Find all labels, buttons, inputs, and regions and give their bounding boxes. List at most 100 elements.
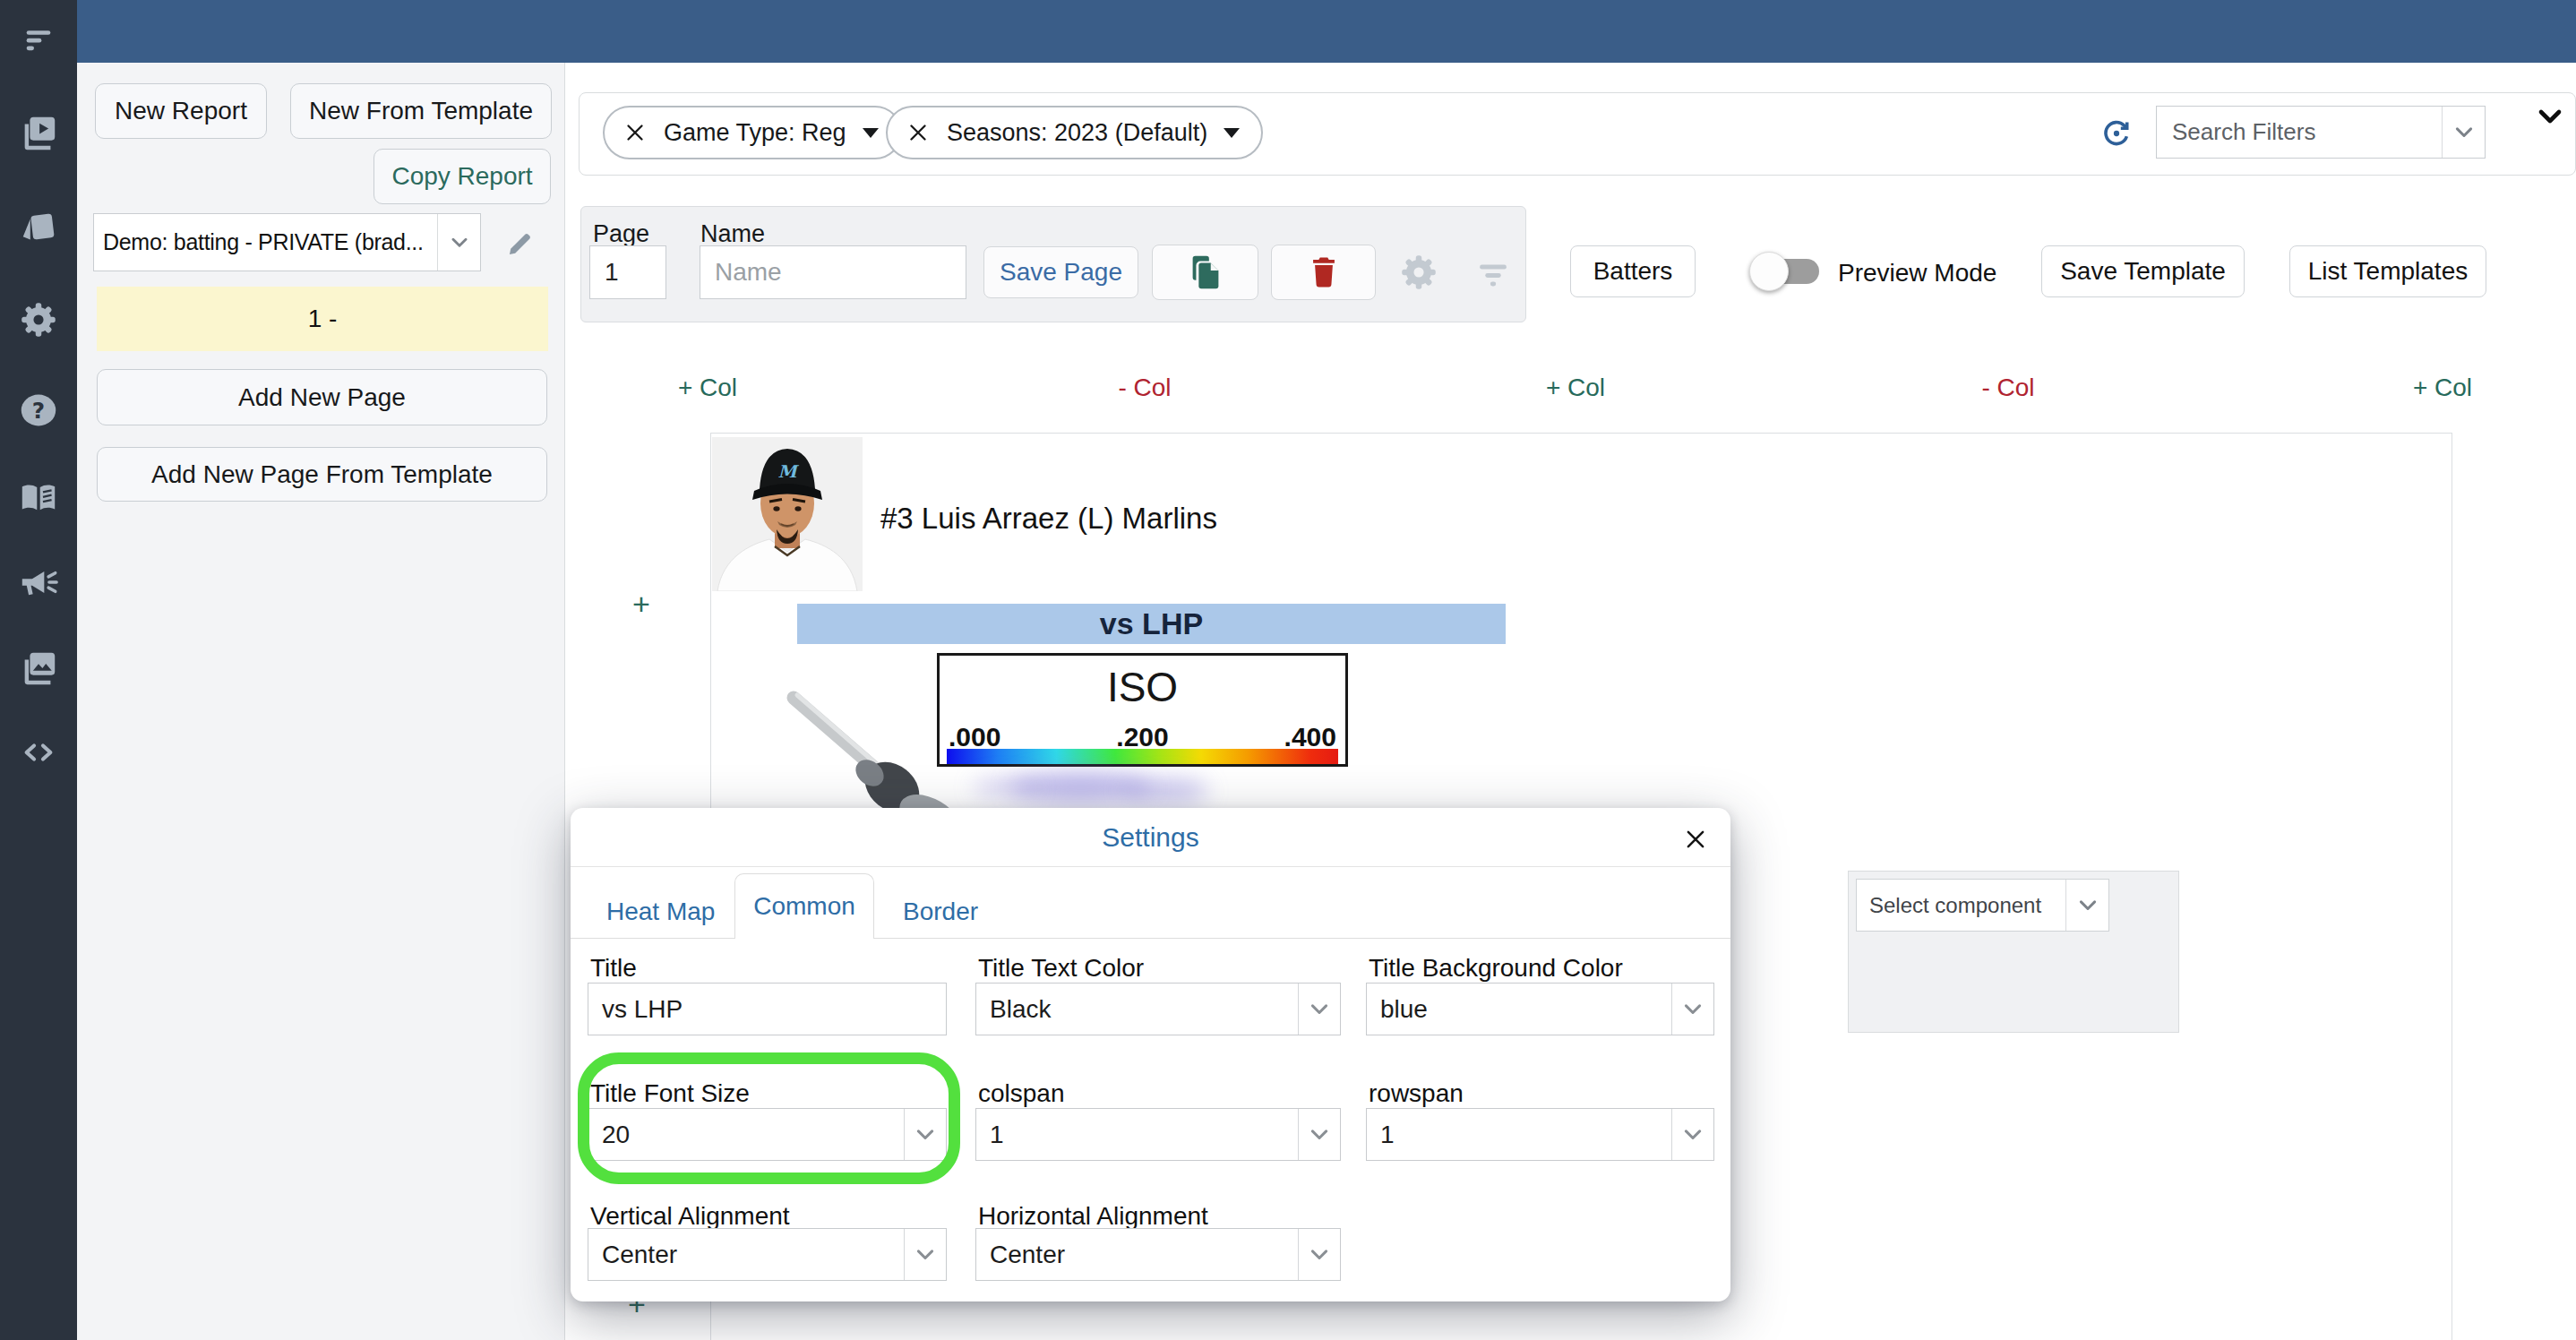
tab-heat-map[interactable]: Heat Map [606, 898, 715, 926]
add-new-page-from-template-button[interactable]: Add New Page From Template [97, 447, 547, 502]
cards-icon[interactable] [18, 208, 59, 249]
history-icon[interactable] [2100, 117, 2133, 150]
heatmap-blob [973, 778, 1037, 796]
search-filters-select[interactable]: Search Filters [2156, 106, 2486, 159]
filter-bar: Game Type: RegSeasons: 2023 (Default) Se… [579, 92, 2576, 176]
field-select-colspan[interactable]: 1 [975, 1108, 1341, 1161]
player-photo: M [712, 437, 863, 591]
gear-icon[interactable] [1398, 252, 1439, 293]
field-label: Vertical Alignment [590, 1202, 790, 1231]
field-label: Title Font Size [590, 1079, 750, 1108]
field-select-horizontal-alignment[interactable]: Center [975, 1228, 1341, 1281]
field-label: Horizontal Alignment [978, 1202, 1208, 1231]
report-select[interactable]: Demo: batting - PRIVATE (brad... [93, 213, 481, 271]
component-picker-panel: Select component [1848, 871, 2179, 1033]
tab-border[interactable]: Border [903, 898, 978, 926]
filter-chip[interactable]: Seasons: 2023 (Default) [886, 106, 1263, 159]
caret-down-icon[interactable] [863, 128, 879, 138]
edit-report-pencil-icon[interactable] [504, 229, 535, 260]
add-column-button[interactable]: + Col [1546, 374, 1605, 402]
copy-report-button[interactable]: Copy Report [374, 149, 551, 204]
app-sidebar: ? [0, 0, 77, 1340]
name-label: Name [700, 220, 765, 248]
legend-gradient [947, 749, 1338, 764]
save-template-button[interactable]: Save Template [2041, 245, 2245, 297]
field-label: colspan [978, 1079, 1065, 1108]
player-name: #3 Luis Arraez (L) Marlins [880, 502, 1217, 536]
photo-library-icon[interactable] [18, 647, 59, 688]
batters-button[interactable]: Batters [1570, 245, 1696, 297]
legend-max: .400 [1284, 722, 1336, 752]
chevron-down-icon [1298, 1229, 1340, 1280]
chevron-down-icon [2065, 880, 2108, 931]
remove-filter-icon[interactable] [907, 122, 929, 143]
collapse-filters-chevron-icon[interactable] [2537, 107, 2563, 127]
chevron-down-icon [1671, 1109, 1713, 1160]
video-library-icon[interactable] [18, 112, 59, 153]
legend-mid: .200 [1116, 722, 1168, 752]
report-panel: New Report New From Template Copy Report… [77, 63, 565, 1340]
copy-page-button[interactable] [1152, 245, 1258, 300]
preview-mode-label: Preview Mode [1838, 259, 1996, 288]
code-icon[interactable] [21, 734, 56, 770]
page-list-item[interactable]: 1 - [97, 287, 548, 351]
close-icon[interactable] [1684, 828, 1707, 851]
field-select-title-background-color[interactable]: blue [1366, 983, 1714, 1035]
heatmap-blob [1123, 779, 1208, 803]
chevron-down-icon [1298, 1109, 1340, 1160]
add-column-button[interactable]: + Col [678, 374, 737, 402]
page-toolbar: Page Name Save Page [580, 206, 1526, 322]
help-icon[interactable]: ? [19, 391, 58, 430]
book-icon[interactable] [18, 477, 59, 519]
remove-column-button[interactable]: - Col [1981, 374, 2034, 402]
field-select-vertical-alignment[interactable]: Center [588, 1228, 947, 1281]
field-label: Title [590, 954, 637, 983]
add-column-button[interactable]: + Col [2413, 374, 2472, 402]
new-from-template-button[interactable]: New From Template [290, 83, 552, 139]
legend-title: ISO [940, 663, 1345, 711]
chevron-down-icon [437, 214, 480, 271]
field-label: Title Background Color [1369, 954, 1623, 983]
add-new-page-button[interactable]: Add New Page [97, 369, 547, 425]
modal-title: Settings [571, 822, 1730, 853]
field-label: rowspan [1369, 1079, 1464, 1108]
page-number-input[interactable] [589, 245, 666, 299]
remove-column-button[interactable]: - Col [1118, 374, 1171, 402]
divider [571, 866, 1730, 867]
tab-common[interactable]: Common [734, 873, 874, 939]
svg-text:?: ? [32, 398, 45, 424]
caret-down-icon[interactable] [1224, 128, 1240, 138]
field-select-rowspan[interactable]: 1 [1366, 1108, 1714, 1161]
save-page-button[interactable]: Save Page [983, 246, 1138, 298]
heatmap-legend: ISO .000 .200 .400 [937, 653, 1348, 767]
filter-icon[interactable] [1474, 255, 1512, 293]
new-report-button[interactable]: New Report [95, 83, 267, 139]
section-title-bar[interactable]: vs LHP [797, 604, 1506, 644]
page-label: Page [593, 220, 649, 248]
add-column-plus[interactable]: + [632, 587, 650, 622]
megaphone-icon[interactable] [18, 562, 59, 603]
filter-chip[interactable]: Game Type: Reg [603, 106, 902, 159]
top-bar [77, 0, 2576, 63]
svg-text:M: M [777, 461, 799, 481]
chevron-down-icon [2442, 107, 2485, 158]
component-select[interactable]: Select component [1856, 879, 2109, 932]
chevron-down-icon [1671, 984, 1713, 1035]
page-name-input[interactable] [700, 245, 966, 299]
field-input-title[interactable]: vs LHP [588, 983, 947, 1035]
copy-icon [1185, 252, 1226, 293]
settings-modal: Settings Heat Map Common Border Titlevs … [571, 808, 1730, 1301]
remove-filter-icon[interactable] [624, 122, 646, 143]
chevron-down-icon [1298, 984, 1340, 1035]
filter-lines-icon[interactable] [21, 22, 56, 58]
preview-mode-toggle-knob[interactable] [1749, 252, 1789, 291]
field-select-title-text-color[interactable]: Black [975, 983, 1341, 1035]
chevron-down-icon [904, 1229, 946, 1280]
gear-icon[interactable] [18, 299, 59, 340]
trash-icon [1304, 253, 1344, 292]
delete-page-button[interactable] [1271, 245, 1376, 300]
field-label: Title Text Color [978, 954, 1144, 983]
field-select-title-font-size[interactable]: 20 [588, 1108, 947, 1161]
list-templates-button[interactable]: List Templates [2289, 245, 2486, 297]
chevron-down-icon [904, 1109, 946, 1160]
